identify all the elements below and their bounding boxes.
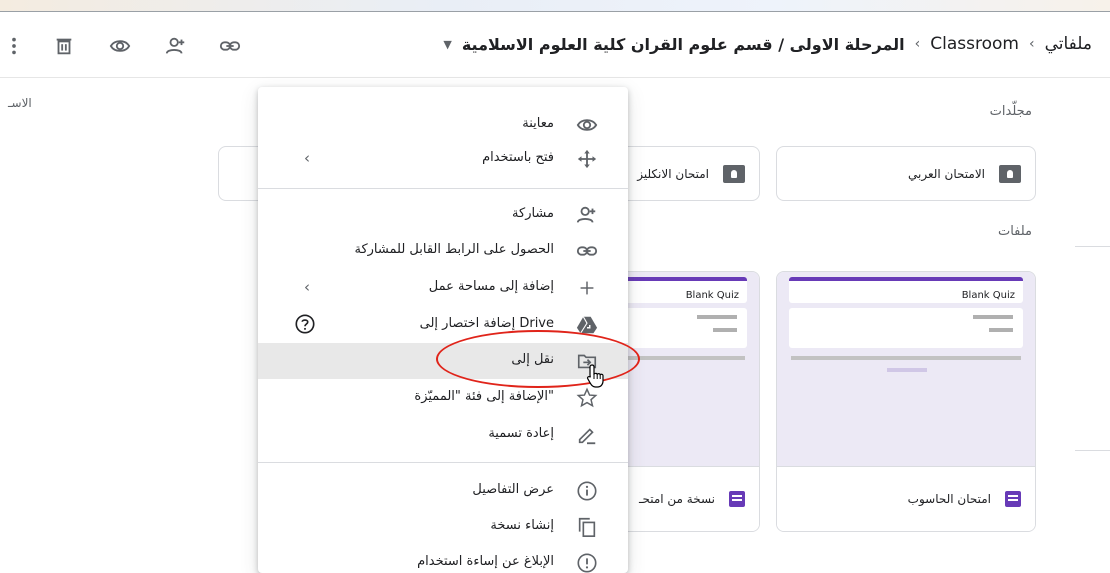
folder-name: امتحان الانكليز xyxy=(637,166,709,181)
menu-item-add-starred[interactable]: الإضافة إلى فئة "المميّزة" xyxy=(258,380,628,416)
menu-item-move-to[interactable]: نقل إلى xyxy=(258,343,628,379)
more-vert-icon[interactable] xyxy=(0,32,28,60)
form-preview-footer xyxy=(615,356,745,360)
chevron-left-icon: ‹ xyxy=(304,278,310,296)
menu-item-label: مشاركة xyxy=(512,206,554,221)
menu-separator xyxy=(258,188,628,189)
menu-item-view-details[interactable]: عرض التفاصيل xyxy=(258,473,628,509)
menu-item-get-link[interactable]: الحصول على الرابط القابل للمشاركة xyxy=(258,233,628,269)
form-preview-header: Blank Quiz xyxy=(789,277,1023,303)
files-section-label: ملفات xyxy=(997,224,1032,239)
chevron-left-icon: ‹ xyxy=(304,149,310,167)
menu-item-label: عرض التفاصيل xyxy=(472,482,554,497)
folder-name: الامتحان العربي xyxy=(908,166,985,181)
breadcrumb-current-folder[interactable]: المرحلة الاولى / قسم علوم القران كلية ال… xyxy=(462,35,905,54)
form-preview-brand xyxy=(887,368,927,372)
folders-section-label: مجلّدات xyxy=(989,104,1032,119)
breadcrumb-root[interactable]: ملفاتي xyxy=(1045,34,1092,54)
drive-shortcut-icon xyxy=(576,314,598,336)
help-icon[interactable] xyxy=(294,313,316,335)
divider xyxy=(1075,450,1110,451)
form-preview-question xyxy=(789,308,1023,348)
eye-icon xyxy=(576,114,598,136)
file-thumbnail: Blank Quiz xyxy=(777,272,1035,466)
google-forms-icon xyxy=(1005,491,1021,507)
menu-item-label: الحصول على الرابط القابل للمشاركة xyxy=(354,242,555,257)
eye-icon[interactable] xyxy=(106,32,134,60)
link-icon xyxy=(576,240,598,262)
menu-item-label: إنشاء نسخة xyxy=(490,518,554,533)
menu-item-add-to-workspace[interactable]: ‹ إضافة إلى مساحة عمل xyxy=(258,270,628,306)
breadcrumb-classroom[interactable]: Classroom xyxy=(930,34,1019,54)
menu-item-label: معاينة xyxy=(522,116,554,131)
menu-item-label: إعادة تسمية xyxy=(488,426,554,441)
trash-icon[interactable] xyxy=(50,32,78,60)
shared-folder-icon xyxy=(999,164,1021,183)
menu-item-label: إضافة إلى مساحة عمل xyxy=(428,279,554,294)
form-preview-header: Blank Quiz xyxy=(613,277,747,303)
link-icon[interactable] xyxy=(216,32,244,60)
menu-separator xyxy=(258,462,628,463)
browser-top-strip xyxy=(0,0,1110,12)
add-person-icon xyxy=(576,204,598,226)
menu-item-label: الإضافة إلى فئة "المميّزة" xyxy=(414,389,554,404)
shared-folder-icon xyxy=(723,164,745,183)
file-name: امتحان الحاسوب xyxy=(907,492,991,506)
file-name: نسخة من امتحـ xyxy=(638,492,715,506)
form-preview-footer xyxy=(791,356,1021,360)
menu-item-rename[interactable]: إعادة تسمية xyxy=(258,417,628,453)
menu-item-open-with[interactable]: ‹ فتح باستخدام xyxy=(258,141,628,177)
context-menu: معاينة ‹ فتح باستخدام مشاركة الحصول على … xyxy=(258,87,628,573)
plus-icon xyxy=(576,277,598,299)
menu-item-label: إضافة اختصار إلى Drive xyxy=(419,316,554,331)
folder-card[interactable]: الامتحان العربي xyxy=(776,146,1036,201)
file-footer: امتحان الحاسوب xyxy=(777,466,1035,531)
chevron-left-icon: ‹ xyxy=(1028,36,1035,52)
menu-item-add-shortcut[interactable]: إضافة اختصار إلى Drive xyxy=(258,307,628,343)
add-person-icon[interactable] xyxy=(162,32,190,60)
menu-item-label: نقل إلى xyxy=(511,352,554,367)
truncated-column-label: الاسـ xyxy=(8,96,32,110)
copy-icon xyxy=(576,516,598,538)
move-to-icon xyxy=(576,350,598,372)
pencil-icon xyxy=(576,424,598,446)
breadcrumb: ملفاتي ‹ Classroom ‹ المرحلة الاولى / قس… xyxy=(443,34,1092,54)
drive-toolbar: ملفاتي ‹ Classroom ‹ المرحلة الاولى / قس… xyxy=(0,12,1110,78)
divider xyxy=(1075,246,1110,247)
menu-item-label: فتح باستخدام xyxy=(482,150,554,165)
menu-item-label: الإبلاغ عن إساءة استخدام xyxy=(417,554,554,569)
chevron-left-icon: ‹ xyxy=(914,36,921,52)
google-forms-icon xyxy=(729,491,745,507)
open-with-icon xyxy=(576,148,598,170)
star-icon xyxy=(576,387,598,409)
dropdown-arrow-icon[interactable]: ▼ xyxy=(443,38,451,51)
menu-item-preview[interactable]: معاينة xyxy=(258,107,628,143)
menu-item-share[interactable]: مشاركة xyxy=(258,197,628,233)
menu-item-report-abuse[interactable]: الإبلاغ عن إساءة استخدام xyxy=(258,545,628,573)
menu-item-make-copy[interactable]: إنشاء نسخة xyxy=(258,509,628,545)
report-icon xyxy=(576,552,598,573)
file-card[interactable]: Blank Quiz امتحان الحاسوب xyxy=(776,271,1036,532)
form-preview-question xyxy=(613,308,747,348)
info-icon xyxy=(576,480,598,502)
